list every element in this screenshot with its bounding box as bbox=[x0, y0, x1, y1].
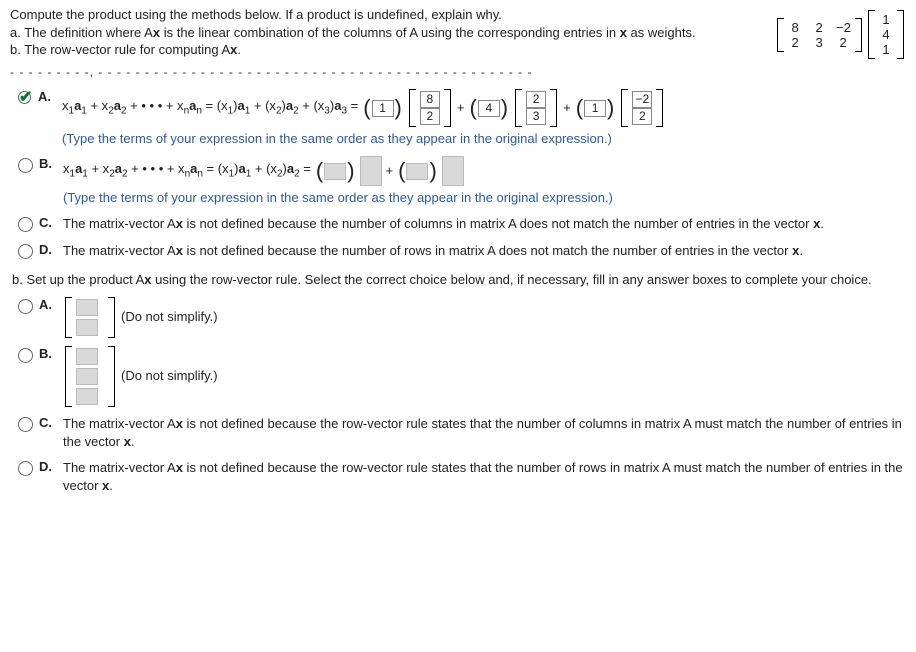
A-0-0: 8 bbox=[788, 20, 802, 35]
part-b-title: b. Set up the product Ax using the row-v… bbox=[12, 272, 904, 287]
hint-aA: (Type the terms of your expression in th… bbox=[62, 130, 906, 148]
input-s3[interactable]: 1 bbox=[584, 100, 606, 117]
option-b-A[interactable]: A. (Do not simplify.) bbox=[18, 297, 906, 338]
plus2: + bbox=[563, 99, 571, 117]
A-1-2: 2 bbox=[836, 35, 850, 50]
col2: 23 bbox=[515, 89, 557, 127]
option-b-C[interactable]: C. The matrix-vector Ax is not defined b… bbox=[18, 415, 906, 451]
label-aD: D. bbox=[39, 242, 57, 257]
plus-b: + bbox=[386, 162, 394, 180]
input-bB-0 bbox=[76, 348, 98, 365]
option-a-B[interactable]: B. x1a1 + x2a2 + • • • + xnan = (x1)a1 +… bbox=[18, 156, 906, 207]
text-bC: The matrix-vector Ax is not defined beca… bbox=[63, 415, 906, 451]
matrix-A: 82−2 232 bbox=[777, 18, 862, 52]
label-bA: A. bbox=[39, 297, 57, 312]
label-aB: B. bbox=[39, 156, 57, 171]
label-aA: A. bbox=[38, 89, 56, 104]
input-bA-1 bbox=[76, 319, 98, 336]
label-bD: D. bbox=[39, 459, 57, 474]
hint-aB: (Type the terms of your expression in th… bbox=[63, 189, 906, 207]
input-bv1 bbox=[360, 156, 382, 186]
radio-bD[interactable] bbox=[18, 461, 33, 476]
question-stem: Compute the product using the methods be… bbox=[10, 6, 906, 59]
input-c1-0[interactable]: 8 bbox=[420, 91, 440, 108]
input-s2[interactable]: 4 bbox=[478, 100, 500, 117]
radio-bA[interactable] bbox=[18, 299, 33, 314]
part-a-options: A. x1a1 + x2a2 + • • • + xnan = (x1)a1 +… bbox=[10, 89, 906, 260]
radio-bB[interactable] bbox=[18, 348, 33, 363]
after-bB: (Do not simplify.) bbox=[121, 367, 218, 385]
input-c2-0[interactable]: 2 bbox=[526, 91, 546, 108]
text-aC: The matrix-vector Ax is not defined beca… bbox=[63, 215, 906, 233]
input-s1[interactable]: 1 bbox=[372, 100, 394, 117]
A-0-2: −2 bbox=[836, 20, 851, 35]
input-c1-1[interactable]: 2 bbox=[420, 108, 440, 125]
col3: −22 bbox=[621, 89, 663, 127]
part-b-options: A. (Do not simplify.) B. bbox=[10, 297, 906, 496]
plus1: + bbox=[457, 99, 465, 117]
radio-aC[interactable] bbox=[18, 217, 33, 232]
after-bA: (Do not simplify.) bbox=[121, 308, 218, 326]
A-1-1: 3 bbox=[812, 35, 826, 50]
stem-text: Compute the product using the methods be… bbox=[10, 6, 775, 59]
result-bB bbox=[65, 346, 115, 407]
stem-line1: Compute the product using the methods be… bbox=[10, 7, 502, 22]
radio-aA-checked-correct-icon[interactable] bbox=[18, 91, 32, 105]
input-c2-1[interactable]: 3 bbox=[526, 108, 546, 125]
input-bv2 bbox=[442, 156, 464, 186]
option-b-B[interactable]: B. (Do not simplify.) bbox=[18, 346, 906, 407]
option-b-D[interactable]: D. The matrix-vector Ax is not defined b… bbox=[18, 459, 906, 495]
cutoff-line: - - - - - - - - -, - - - - - - - - - - -… bbox=[10, 65, 906, 79]
lead-aB: x1a1 + x2a2 + • • • + xnan = (x1)a1 + (x… bbox=[63, 160, 311, 182]
label-bB: B. bbox=[39, 346, 57, 361]
radio-bC[interactable] bbox=[18, 417, 33, 432]
input-bB-2 bbox=[76, 388, 98, 405]
input-bB-1 bbox=[76, 368, 98, 385]
input-c3-1[interactable]: 2 bbox=[632, 108, 652, 125]
stem-lineB: b. The row-vector rule for computing Ax. bbox=[10, 42, 241, 57]
text-bD: The matrix-vector Ax is not defined beca… bbox=[63, 459, 906, 495]
label-bC: C. bbox=[39, 415, 57, 430]
label-aC: C. bbox=[39, 215, 57, 230]
radio-aD[interactable] bbox=[18, 244, 33, 259]
eq-aB: x1a1 + x2a2 + • • • + xnan = (x1)a1 + (x… bbox=[63, 156, 906, 186]
x-2: 1 bbox=[879, 42, 893, 57]
radio-aB[interactable] bbox=[18, 158, 33, 173]
eq-aA: x1a1 + x2a2 + • • • + xnan = (x1)a1 + (x… bbox=[62, 89, 906, 127]
result-bA bbox=[65, 297, 115, 338]
option-a-D[interactable]: D. The matrix-vector Ax is not defined b… bbox=[18, 242, 906, 260]
col1: 82 bbox=[409, 89, 451, 127]
stem-matrices: 82−2 232 1 4 1 bbox=[775, 10, 906, 59]
x-1: 4 bbox=[879, 27, 893, 42]
input-bA-0 bbox=[76, 299, 98, 316]
input-bs2 bbox=[406, 163, 428, 180]
x-0: 1 bbox=[879, 12, 893, 27]
text-aD: The matrix-vector Ax is not defined beca… bbox=[63, 242, 906, 260]
stem-lineA: a. The definition where Ax is the linear… bbox=[10, 25, 696, 40]
option-a-C[interactable]: C. The matrix-vector Ax is not defined b… bbox=[18, 215, 906, 233]
input-bs1 bbox=[324, 163, 346, 180]
vector-x: 1 4 1 bbox=[868, 10, 904, 59]
option-a-A[interactable]: A. x1a1 + x2a2 + • • • + xnan = (x1)a1 +… bbox=[18, 89, 906, 148]
input-c3-0[interactable]: −2 bbox=[632, 91, 652, 108]
A-0-1: 2 bbox=[812, 20, 826, 35]
A-1-0: 2 bbox=[788, 35, 802, 50]
lead-aA: x1a1 + x2a2 + • • • + xnan = (x1)a1 + (x… bbox=[62, 97, 358, 119]
